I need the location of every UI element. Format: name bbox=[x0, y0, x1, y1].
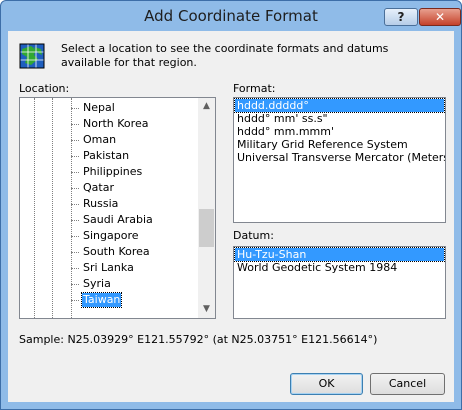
scroll-thumb[interactable] bbox=[199, 209, 214, 247]
location-item-label: Sri Lanka bbox=[83, 261, 134, 274]
tree-branch bbox=[71, 140, 79, 141]
location-item[interactable]: Russia bbox=[20, 196, 198, 212]
location-item-label: North Korea bbox=[83, 117, 149, 130]
format-list[interactable]: hddd.ddddd° hddd° mm' ss.s" hddd° mm.mmm' M… bbox=[233, 97, 446, 223]
location-item[interactable]: Sri Lanka bbox=[20, 260, 198, 276]
globe-grid-icon bbox=[19, 43, 45, 69]
location-item-label: Pakistan bbox=[83, 149, 130, 162]
intro-text: Select a location to see the coordinate … bbox=[61, 42, 389, 69]
location-item[interactable]: North Korea bbox=[20, 116, 198, 132]
tree-branch bbox=[71, 220, 79, 221]
format-item[interactable]: hddd.ddddd° bbox=[234, 98, 445, 113]
location-item-label: Russia bbox=[83, 197, 119, 210]
datum-label: Datum: bbox=[233, 229, 274, 242]
arrow-down-icon[interactable]: ▼ bbox=[198, 301, 215, 318]
format-item[interactable]: hddd° mm' ss.s" bbox=[235, 112, 330, 125]
ok-button[interactable]: OK bbox=[290, 373, 363, 395]
location-item[interactable]: South Korea bbox=[20, 244, 198, 260]
dialog-content: Select a location to see the coordinate … bbox=[8, 31, 454, 402]
location-item[interactable]: Nepal bbox=[20, 100, 198, 116]
location-item[interactable]: Oman bbox=[20, 132, 198, 148]
location-item[interactable]: Syria bbox=[20, 276, 198, 292]
cancel-button[interactable]: Cancel bbox=[370, 373, 445, 395]
tree-branch bbox=[71, 108, 79, 109]
location-item-label: Saudi Arabia bbox=[83, 213, 153, 226]
location-item-label: Qatar bbox=[83, 181, 114, 194]
location-tree[interactable]: Nepal North Korea Oman Pakistan Philippines Q… bbox=[19, 97, 216, 319]
tree-branch bbox=[71, 156, 79, 157]
tree-branch bbox=[71, 124, 79, 125]
format-item[interactable]: Military Grid Reference System bbox=[235, 138, 410, 151]
location-item[interactable]: Taiwan bbox=[20, 292, 198, 308]
tree-branch bbox=[71, 284, 79, 285]
datum-item[interactable]: Hu-Tzu-Shan bbox=[234, 247, 445, 262]
tree-branch bbox=[71, 188, 79, 189]
arrow-up-icon[interactable]: ▲ bbox=[198, 98, 215, 115]
location-item-label: Syria bbox=[83, 277, 111, 290]
tree-branch bbox=[71, 204, 79, 205]
location-label: Location: bbox=[19, 82, 70, 95]
location-item-label: Taiwan bbox=[80, 292, 123, 308]
format-item[interactable]: hddd° mm.mmm' bbox=[235, 125, 336, 138]
location-scrollbar[interactable]: ▲ ▼ bbox=[198, 98, 215, 318]
location-item-label: South Korea bbox=[83, 245, 150, 258]
help-button[interactable]: ? bbox=[384, 8, 418, 26]
location-item[interactable]: Pakistan bbox=[20, 148, 198, 164]
dialog-window: Add Coordinate Format ? ✕ Select a locat… bbox=[0, 0, 462, 410]
location-item[interactable]: Saudi Arabia bbox=[20, 212, 198, 228]
format-label: Format: bbox=[233, 82, 276, 95]
tree-branch bbox=[71, 172, 79, 173]
tree-branch bbox=[71, 236, 79, 237]
location-item[interactable]: Philippines bbox=[20, 164, 198, 180]
location-item-label: Oman bbox=[83, 133, 117, 146]
datum-list[interactable]: Hu-Tzu-Shan World Geodetic System 1984 bbox=[233, 246, 446, 319]
location-item[interactable]: Singapore bbox=[20, 228, 198, 244]
format-item[interactable]: Universal Transverse Mercator (Meters) bbox=[235, 151, 445, 164]
datum-item[interactable]: World Geodetic System 1984 bbox=[235, 261, 399, 274]
location-item-label: Nepal bbox=[83, 101, 115, 114]
title-bar[interactable]: Add Coordinate Format ? ✕ bbox=[1, 1, 461, 31]
close-button[interactable]: ✕ bbox=[419, 8, 461, 26]
location-item-label: Philippines bbox=[83, 165, 143, 178]
location-item[interactable]: Qatar bbox=[20, 180, 198, 196]
tree-branch bbox=[71, 300, 79, 301]
tree-branch bbox=[71, 252, 79, 253]
location-item-label: Singapore bbox=[83, 229, 139, 242]
tree-branch bbox=[71, 268, 79, 269]
sample-text: Sample: N25.03929° E121.55792° (at N25.0… bbox=[19, 333, 378, 346]
